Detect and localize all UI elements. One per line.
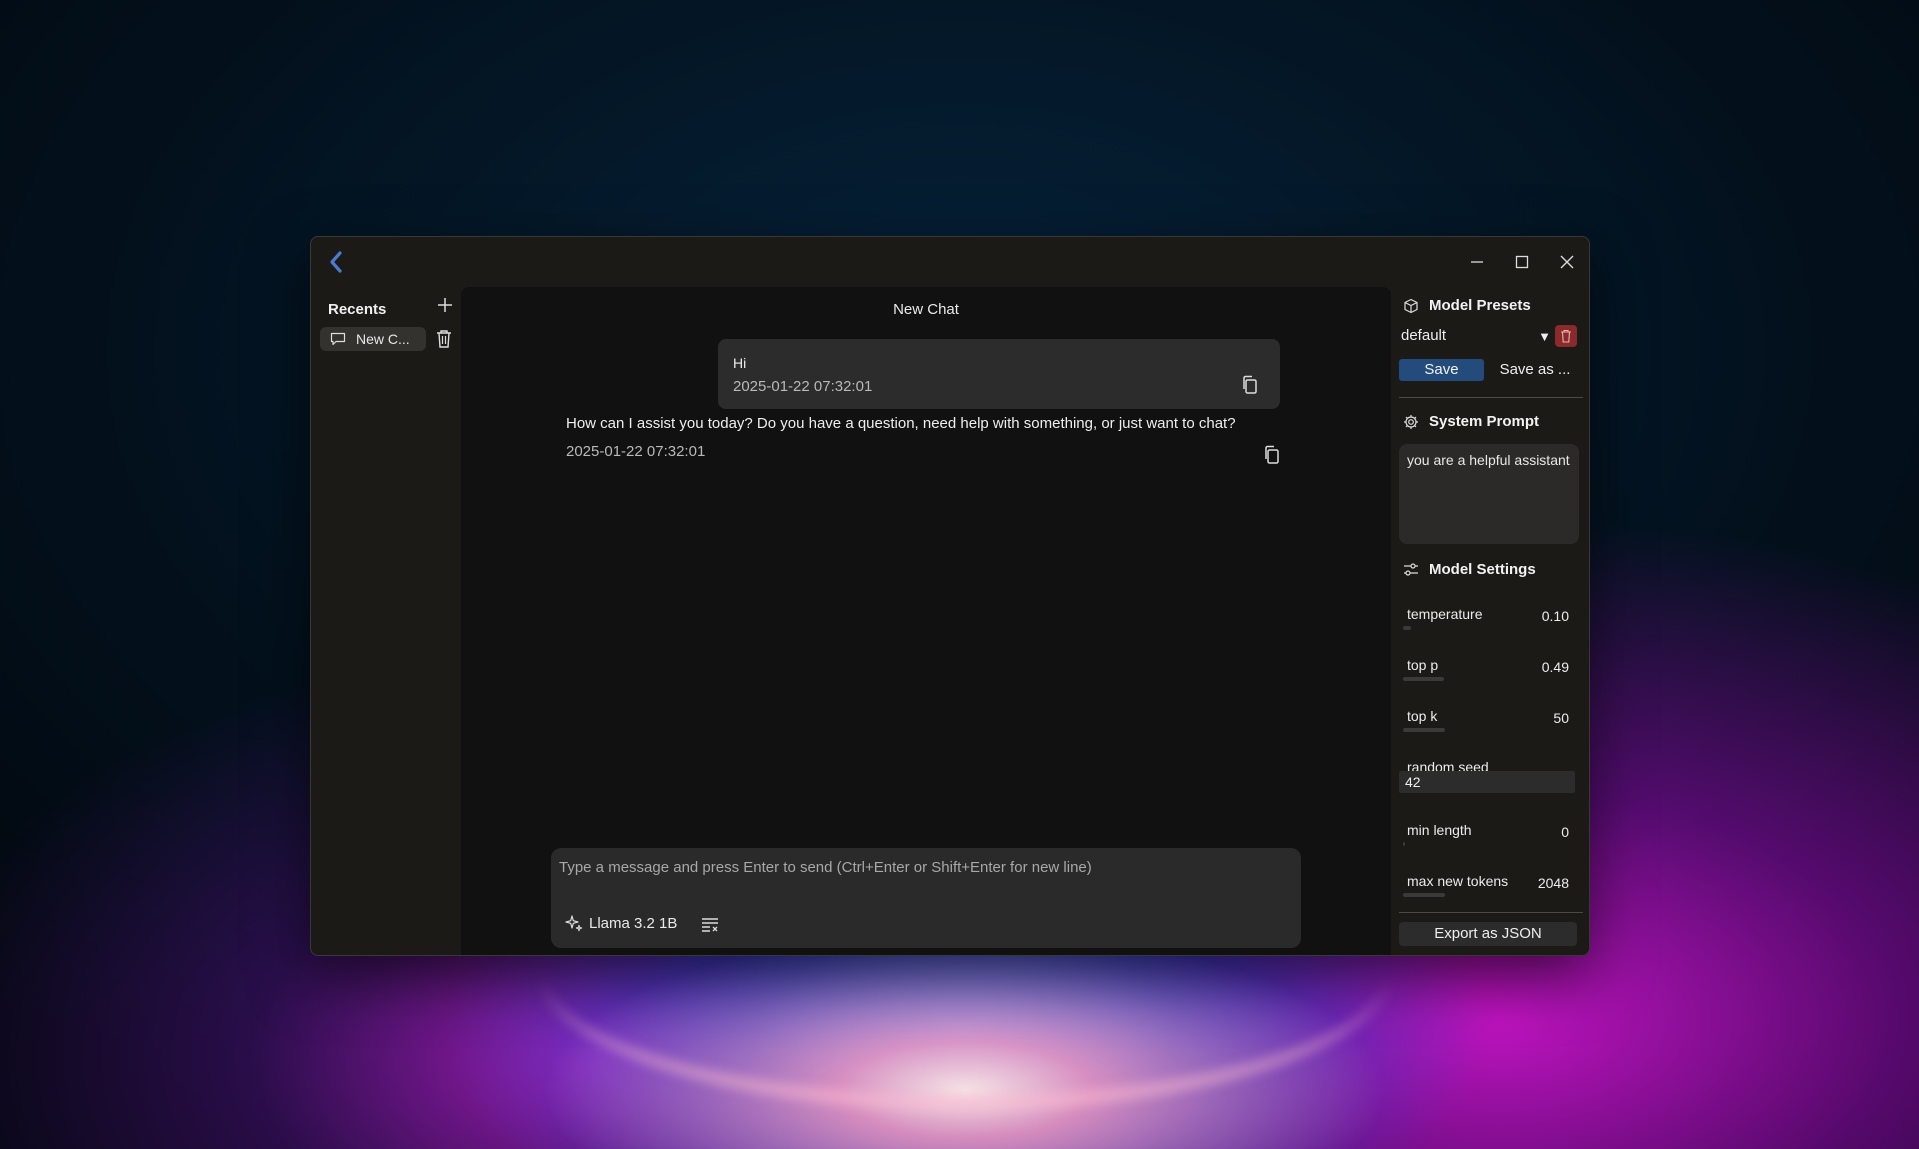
copy-icon[interactable] (1241, 375, 1259, 395)
message-text: How can I assist you today? Do you have … (566, 415, 1236, 432)
setting-label: temperature (1407, 606, 1483, 622)
settings-panel: Model Presets default ▼ Save Save as ...… (1391, 287, 1589, 955)
divider (1399, 397, 1583, 398)
trash-icon (1561, 329, 1571, 343)
delete-chat-icon[interactable] (435, 329, 453, 349)
clear-text-icon[interactable] (701, 917, 719, 933)
maximize-icon[interactable] (1509, 249, 1535, 275)
export-json-button[interactable]: Export as JSON (1399, 922, 1577, 946)
model-settings-header: Model Settings (1403, 561, 1536, 578)
sidebar-item-new-chat[interactable]: New C... (320, 327, 426, 351)
minimize-icon[interactable] (1464, 249, 1490, 275)
title-bar (311, 237, 1589, 287)
gear-icon (1404, 414, 1418, 429)
divider (1399, 912, 1583, 913)
sparkle-icon (565, 915, 583, 932)
section-title: Model Settings (1429, 561, 1536, 578)
chat-area: New Chat Hi 2025-01-22 07:32:01 How can … (461, 287, 1391, 955)
user-message: Hi 2025-01-22 07:32:01 (718, 339, 1280, 409)
preset-selected-value: default (1401, 327, 1447, 344)
cube-icon (1404, 298, 1418, 313)
message-input[interactable] (559, 856, 1289, 878)
max-new-tokens-slider[interactable] (1403, 893, 1487, 897)
setting-label: min length (1407, 822, 1472, 838)
slider-fill (1403, 626, 1412, 630)
message-timestamp: 2025-01-22 07:32:01 (733, 378, 873, 395)
system-prompt-header: System Prompt (1403, 413, 1539, 430)
setting-label: top p (1407, 657, 1439, 673)
new-chat-button[interactable] (433, 295, 457, 319)
slider-fill (1403, 728, 1445, 732)
message-text: Hi (733, 355, 747, 371)
top-p-slider[interactable] (1403, 677, 1487, 681)
setting-value: 2048 (1537, 875, 1569, 891)
random-seed-input[interactable] (1399, 771, 1575, 793)
slider-fill (1403, 893, 1445, 897)
preset-dropdown[interactable]: default ▼ (1401, 327, 1551, 347)
slider-fill (1403, 677, 1445, 681)
recents-title: Recents (328, 301, 387, 318)
setting-value: 0.10 (1541, 608, 1569, 624)
app-window: Recents New C... New Chat Hi 2025-01-22 … (310, 236, 1590, 956)
setting-label: top k (1407, 708, 1438, 724)
section-title: System Prompt (1429, 413, 1540, 430)
slider-fill (1403, 842, 1405, 846)
sliders-icon (1404, 562, 1418, 576)
setting-value: 50 (1553, 710, 1569, 726)
min-length-slider[interactable] (1403, 842, 1487, 846)
plus-icon (438, 298, 452, 312)
chat-title: New Chat (893, 301, 959, 318)
back-chevron-icon[interactable] (327, 251, 347, 273)
message-timestamp: 2025-01-22 07:32:01 (566, 443, 706, 460)
system-prompt-textarea[interactable]: you are a helpful assistant (1399, 444, 1579, 544)
chat-bubble-icon (330, 332, 346, 346)
delete-preset-button[interactable] (1555, 325, 1577, 347)
close-icon[interactable] (1554, 249, 1580, 275)
caret-down-icon: ▼ (1538, 329, 1551, 344)
setting-value: 0.49 (1541, 659, 1569, 675)
model-selector[interactable]: Llama 3.2 1B (565, 914, 677, 932)
setting-label: max new tokens (1407, 873, 1509, 889)
message-composer: Llama 3.2 1B (551, 848, 1301, 948)
sidebar: Recents New C... (311, 287, 461, 955)
setting-value: 0 (1561, 824, 1569, 840)
temperature-slider[interactable] (1403, 626, 1487, 630)
copy-icon[interactable] (1263, 445, 1281, 465)
save-preset-button[interactable]: Save (1399, 359, 1484, 381)
model-presets-header: Model Presets (1403, 297, 1531, 314)
section-title: Model Presets (1429, 297, 1531, 314)
sidebar-item-label: New C... (356, 331, 410, 347)
model-name: Llama 3.2 1B (589, 914, 678, 932)
save-as-preset-button[interactable]: Save as ... (1494, 359, 1576, 381)
top-k-slider[interactable] (1403, 728, 1487, 732)
assistant-message: How can I assist you today? Do you have … (566, 415, 1296, 475)
